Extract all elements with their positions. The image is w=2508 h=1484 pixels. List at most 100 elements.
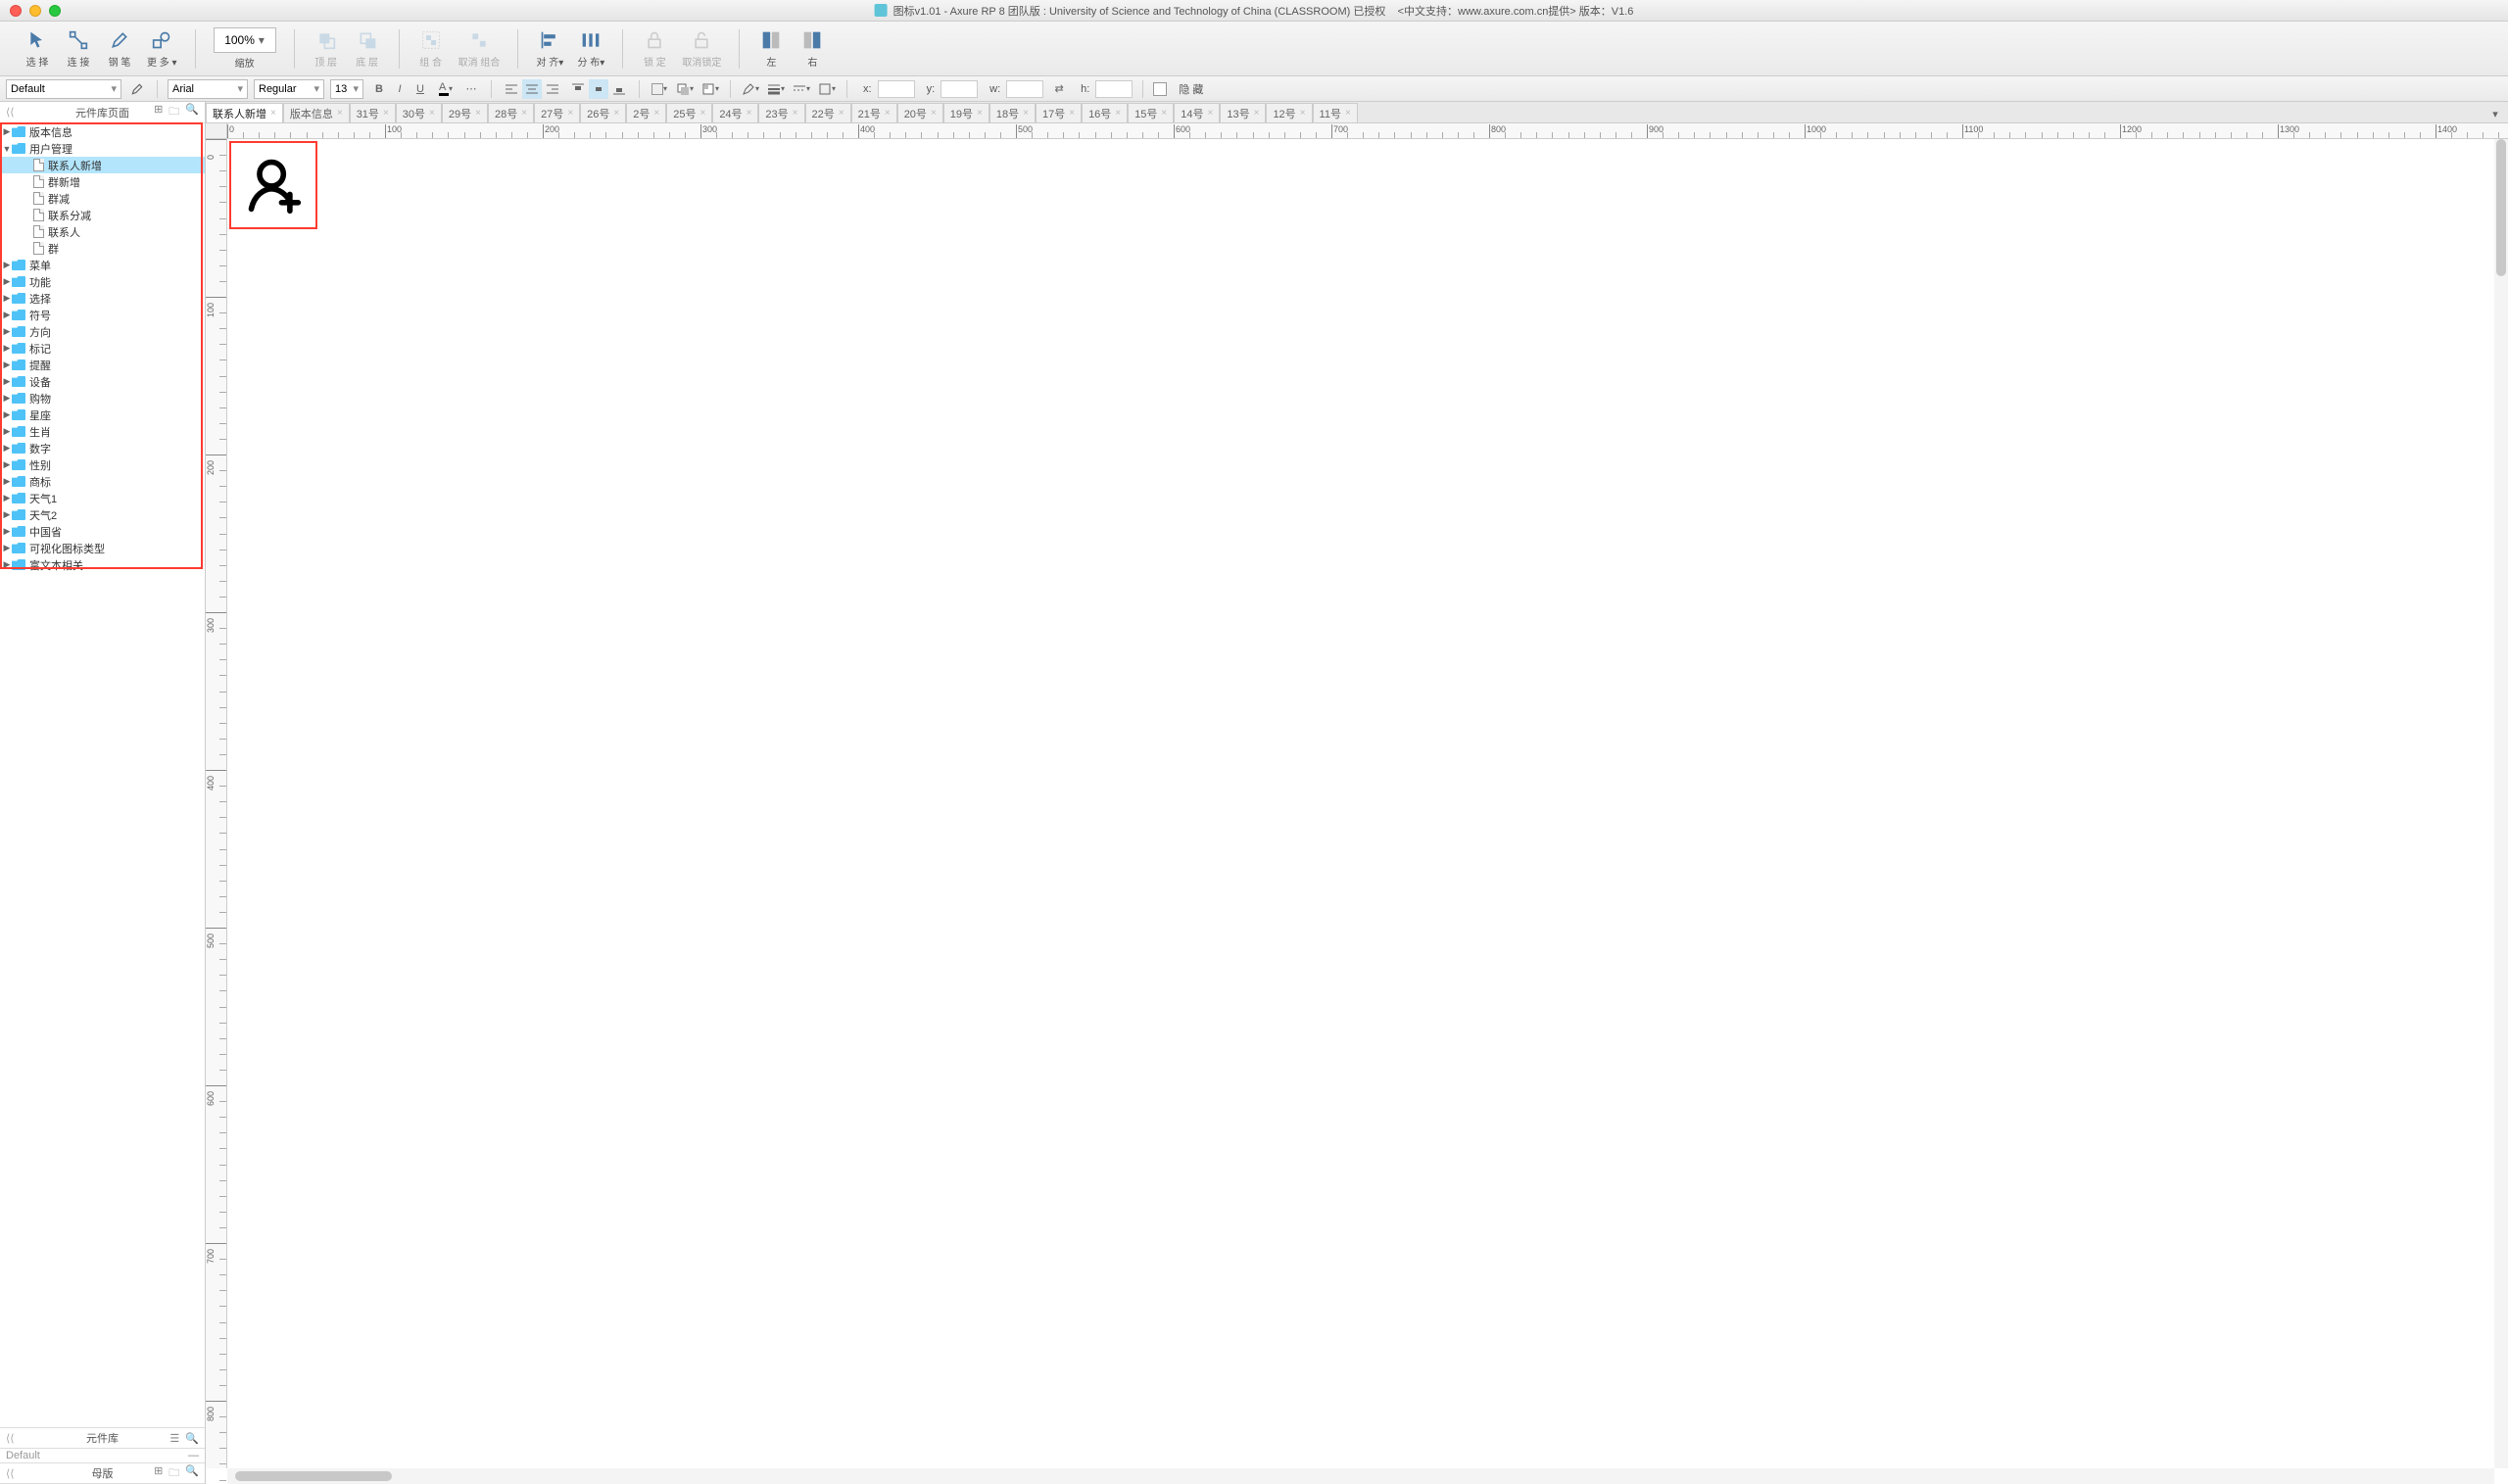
tab-close-button[interactable]: × [1023, 108, 1029, 119]
tree-page[interactable]: 群新增 [0, 173, 205, 190]
document-tab[interactable]: 21号× [851, 103, 897, 122]
tree-caret-icon[interactable]: ▶ [2, 493, 12, 503]
tree-folder[interactable]: ▼用户管理 [0, 140, 205, 157]
tree-folder[interactable]: ▶菜单 [0, 257, 205, 273]
tree-caret-icon[interactable]: ▶ [2, 376, 12, 387]
document-tab[interactable]: 27号× [534, 103, 580, 122]
tab-close-button[interactable]: × [475, 108, 481, 119]
tab-close-button[interactable]: × [383, 108, 389, 119]
tree-caret-icon[interactable]: ▶ [2, 426, 12, 437]
horizontal-scroll-thumb[interactable] [235, 1471, 392, 1481]
tree-caret-icon[interactable]: ▶ [2, 526, 12, 537]
w-input[interactable] [1006, 80, 1043, 98]
tree-caret-icon[interactable]: ▶ [2, 543, 12, 553]
tree-caret-icon[interactable]: ▶ [2, 343, 12, 354]
document-tab[interactable]: 29号× [442, 103, 488, 122]
tree-folder[interactable]: ▶中国省 [0, 523, 205, 540]
document-tab[interactable]: 16号× [1082, 103, 1128, 122]
document-tab[interactable]: 28号× [488, 103, 534, 122]
add-master-button[interactable]: ⊞ [154, 1464, 163, 1483]
tree-caret-icon[interactable]: ▶ [2, 409, 12, 420]
document-tab[interactable]: 19号× [943, 103, 989, 122]
inner-shadow-button[interactable]: ▾ [700, 79, 720, 99]
canvas-selected-icon[interactable] [229, 141, 317, 229]
tree-folder[interactable]: ▶数字 [0, 440, 205, 456]
valign-top-button[interactable] [568, 79, 588, 99]
canvas[interactable] [227, 139, 2494, 1468]
tab-close-button[interactable]: × [1115, 108, 1121, 119]
document-tab[interactable]: 联系人新增× [206, 103, 283, 122]
minimize-window-button[interactable] [29, 5, 41, 17]
tree-folder[interactable]: ▶设备 [0, 373, 205, 390]
document-tab[interactable]: 25号× [666, 103, 712, 122]
font-color-button[interactable]: A▾ [436, 79, 456, 99]
halign-left-button[interactable] [502, 79, 521, 99]
more-tools-button[interactable]: 更 多 ▾ [147, 28, 177, 69]
tree-caret-icon[interactable]: ▶ [2, 326, 12, 337]
underline-button[interactable]: U [410, 79, 430, 99]
tree-folder[interactable]: ▶性别 [0, 456, 205, 473]
library-search-button[interactable]: 🔍 [185, 1432, 199, 1445]
bold-button[interactable]: B [369, 79, 389, 99]
tree-page[interactable]: 群 [0, 240, 205, 257]
font-weight-dropdown[interactable]: Regular▾ [254, 79, 324, 99]
tree-folder[interactable]: ▶可视化图标类型 [0, 540, 205, 556]
document-tab[interactable]: 26号× [580, 103, 626, 122]
tab-close-button[interactable]: × [567, 108, 573, 119]
vertical-scroll-thumb[interactable] [2496, 139, 2506, 276]
tree-folder[interactable]: ▶购物 [0, 390, 205, 407]
tree-folder[interactable]: ▶富文本相关 [0, 556, 205, 573]
tree-folder[interactable]: ▶商标 [0, 473, 205, 490]
maximize-window-button[interactable] [49, 5, 61, 17]
document-tabs[interactable]: 联系人新增×版本信息×31号×30号×29号×28号×27号×26号×2号×25… [206, 102, 2508, 123]
tree-folder[interactable]: ▶标记 [0, 340, 205, 357]
tree-caret-icon[interactable]: ▶ [2, 126, 12, 137]
tree-folder[interactable]: ▶天气2 [0, 506, 205, 523]
halign-right-button[interactable] [543, 79, 562, 99]
tree-page[interactable]: 联系分减 [0, 207, 205, 223]
horizontal-scrollbar[interactable] [227, 1468, 2494, 1484]
fill-color-button[interactable]: ▾ [650, 79, 669, 99]
tab-close-button[interactable]: × [653, 108, 659, 119]
search-masters-button[interactable]: 🔍 [185, 1464, 199, 1483]
tree-caret-icon[interactable]: ▶ [2, 359, 12, 370]
document-tab[interactable]: 11号× [1313, 103, 1358, 122]
align-button[interactable]: 对 齐▾ [536, 28, 563, 69]
tree-page[interactable]: 群减 [0, 190, 205, 207]
distribute-button[interactable]: 分 布▾ [577, 28, 604, 69]
library-preset-row[interactable]: Default— [0, 1449, 205, 1462]
tab-close-button[interactable]: × [613, 108, 619, 119]
tab-close-button[interactable]: × [521, 108, 527, 119]
document-tab[interactable]: 22号× [805, 103, 851, 122]
group-button[interactable]: 组 合 [417, 28, 445, 69]
tree-folder[interactable]: ▶天气1 [0, 490, 205, 506]
tree-page[interactable]: 联系人 [0, 223, 205, 240]
pages-tree[interactable]: ▶版本信息▼用户管理联系人新增群新增群减联系分减联系人群▶菜单▶功能▶选择▶符号… [0, 123, 205, 1427]
more-text-button[interactable]: ⋯ [461, 79, 481, 99]
y-input[interactable] [940, 80, 978, 98]
document-tab[interactable]: 20号× [897, 103, 943, 122]
add-master-folder-button[interactable]: 🗀 [169, 1464, 179, 1483]
border-width-button[interactable]: ▾ [766, 79, 786, 99]
document-tab[interactable]: 13号× [1220, 103, 1266, 122]
tab-close-button[interactable]: × [1208, 108, 1214, 119]
document-tab[interactable]: 14号× [1174, 103, 1220, 122]
font-size-dropdown[interactable]: 13▾ [330, 79, 363, 99]
tree-folder[interactable]: ▶功能 [0, 273, 205, 290]
close-window-button[interactable] [10, 5, 22, 17]
document-tab[interactable]: 17号× [1036, 103, 1082, 122]
tree-caret-icon[interactable]: ▶ [2, 559, 12, 570]
search-pages-button[interactable]: 🔍 [185, 103, 199, 121]
tab-close-button[interactable]: × [699, 108, 705, 119]
tree-folder[interactable]: ▶方向 [0, 323, 205, 340]
border-sides-button[interactable]: ▾ [817, 79, 837, 99]
tab-close-button[interactable]: × [839, 108, 844, 119]
tabs-overflow-button[interactable]: ▾ [2486, 105, 2504, 122]
collapse-icon[interactable]: ⟨⟨ [6, 106, 15, 119]
tree-caret-icon[interactable]: ▶ [2, 393, 12, 404]
tree-folder[interactable]: ▶版本信息 [0, 123, 205, 140]
tab-close-button[interactable]: × [885, 108, 891, 119]
tree-folder[interactable]: ▶符号 [0, 307, 205, 323]
border-color-button[interactable]: ▾ [741, 79, 760, 99]
collapse-icon[interactable]: ⟨⟨ [6, 1432, 15, 1445]
